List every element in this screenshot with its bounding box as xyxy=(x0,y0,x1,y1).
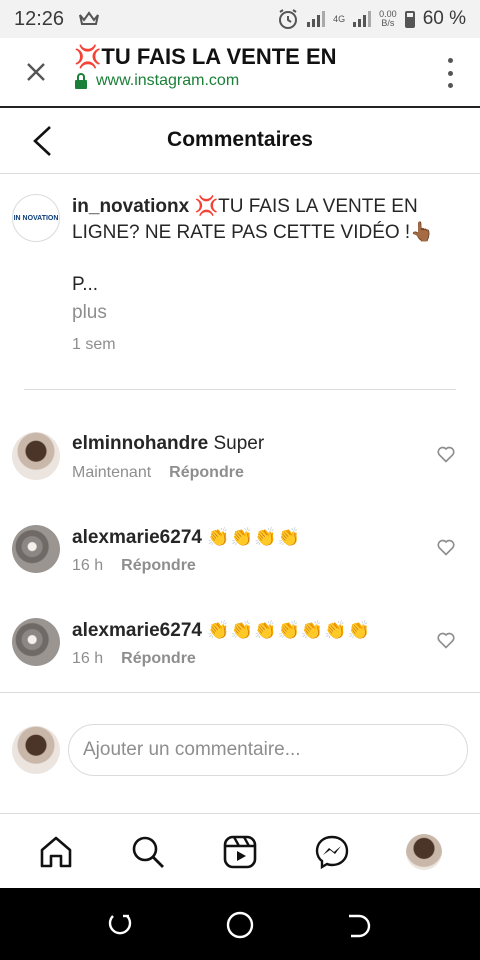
avatar-logo-text: IN NOVATION xyxy=(13,214,59,222)
profile-avatar[interactable] xyxy=(404,832,444,872)
close-icon[interactable] xyxy=(22,58,50,86)
messenger-icon[interactable] xyxy=(312,832,352,872)
network-speed: 0.00 B/s xyxy=(379,10,397,28)
comments-header: Commentaires xyxy=(0,108,480,174)
caption-more-link[interactable]: plus xyxy=(72,302,107,324)
comment-text: alexmarie6274 👏👏👏👏 xyxy=(72,525,301,550)
network-type: 4G xyxy=(333,13,346,24)
battery-icon xyxy=(404,10,415,28)
heart-icon[interactable] xyxy=(436,444,456,464)
avatar[interactable] xyxy=(12,618,60,666)
reply-button[interactable]: Répondre xyxy=(121,557,196,575)
comment-item: elminnohandre Super Maintenant Répondre xyxy=(0,432,480,512)
post-username[interactable]: in_novationx xyxy=(72,196,189,217)
page-url: www.instagram.com xyxy=(96,72,240,89)
system-nav-bar xyxy=(0,888,480,960)
caption-emoji: 💢 xyxy=(194,196,219,217)
comment-body: 👏👏👏👏 xyxy=(207,527,301,547)
status-time: 12:26 xyxy=(14,7,65,30)
anger-emoji: 💢 xyxy=(74,44,102,69)
comment-input[interactable] xyxy=(68,724,468,776)
divider xyxy=(0,692,480,693)
avatar xyxy=(406,834,442,870)
signal-icon xyxy=(307,11,326,27)
avatar[interactable] xyxy=(12,432,60,480)
post-caption: IN NOVATION in_novationx 💢TU FAIS LA VEN… xyxy=(0,174,480,389)
comment-item: alexmarie6274 👏👏👏👏👏👏👏 16 h Répondre xyxy=(0,618,480,698)
page-title: 💢TU FAIS LA VENTE EN xyxy=(74,44,414,70)
home-button-icon[interactable] xyxy=(225,910,255,940)
caption-text: in_novationx 💢TU FAIS LA VENTE EN LIGNE?… xyxy=(72,194,442,246)
bottom-nav xyxy=(0,813,480,888)
speed-unit: B/s xyxy=(381,18,395,28)
status-bar: 12:26 4G 0.00 B/s 60 % xyxy=(0,0,480,38)
comment-username[interactable]: alexmarie6274 xyxy=(72,527,202,548)
comment-meta: Maintenant Répondre xyxy=(72,464,244,482)
home-icon[interactable] xyxy=(36,832,76,872)
comment-time: 16 h xyxy=(72,650,104,667)
lock-icon xyxy=(75,73,87,89)
comment-text: alexmarie6274 👏👏👏👏👏👏👏 xyxy=(72,618,371,643)
comment-username[interactable]: alexmarie6274 xyxy=(72,620,202,641)
comment-meta: 16 h Répondre xyxy=(72,650,196,668)
comment-text: elminnohandre Super xyxy=(72,432,264,456)
alarm-icon xyxy=(279,9,298,29)
heart-icon[interactable] xyxy=(436,537,456,557)
signal-icon-2 xyxy=(353,11,372,27)
page-title-text: TU FAIS LA VENTE EN xyxy=(101,44,337,69)
search-icon[interactable] xyxy=(128,832,168,872)
header-title: Commentaires xyxy=(167,128,313,151)
comment-meta: 16 h Répondre xyxy=(72,557,196,575)
post-author-avatar[interactable]: IN NOVATION xyxy=(12,194,60,242)
crown-icon xyxy=(79,11,100,25)
comment-item: alexmarie6274 👏👏👏👏 16 h Répondre xyxy=(0,525,480,605)
reply-button[interactable]: Répondre xyxy=(121,650,196,668)
back-button-icon[interactable] xyxy=(345,910,375,940)
recents-icon[interactable] xyxy=(105,910,135,940)
comment-body: Super xyxy=(213,433,265,454)
divider xyxy=(24,389,456,390)
browser-bar: 💢TU FAIS LA VENTE EN www.instagram.com xyxy=(0,38,480,108)
reply-button[interactable]: Répondre xyxy=(169,464,244,482)
avatar[interactable] xyxy=(12,525,60,573)
pointing-emoji: 👆🏾 xyxy=(410,222,434,243)
reels-icon[interactable] xyxy=(220,832,260,872)
browser-title-area[interactable]: 💢TU FAIS LA VENTE EN www.instagram.com xyxy=(74,44,414,90)
more-vertical-icon[interactable] xyxy=(446,58,454,88)
caption-truncated: P... xyxy=(72,274,99,295)
comment-time: Maintenant xyxy=(72,464,152,481)
comment-username[interactable]: elminnohandre xyxy=(72,433,208,454)
comment-time: 16 h xyxy=(72,557,104,574)
battery-level: 60 % xyxy=(422,8,466,29)
heart-icon[interactable] xyxy=(436,630,456,650)
comment-body: 👏👏👏👏👏👏👏 xyxy=(207,620,372,640)
avatar xyxy=(12,726,60,774)
post-timestamp: 1 sem xyxy=(72,336,116,353)
